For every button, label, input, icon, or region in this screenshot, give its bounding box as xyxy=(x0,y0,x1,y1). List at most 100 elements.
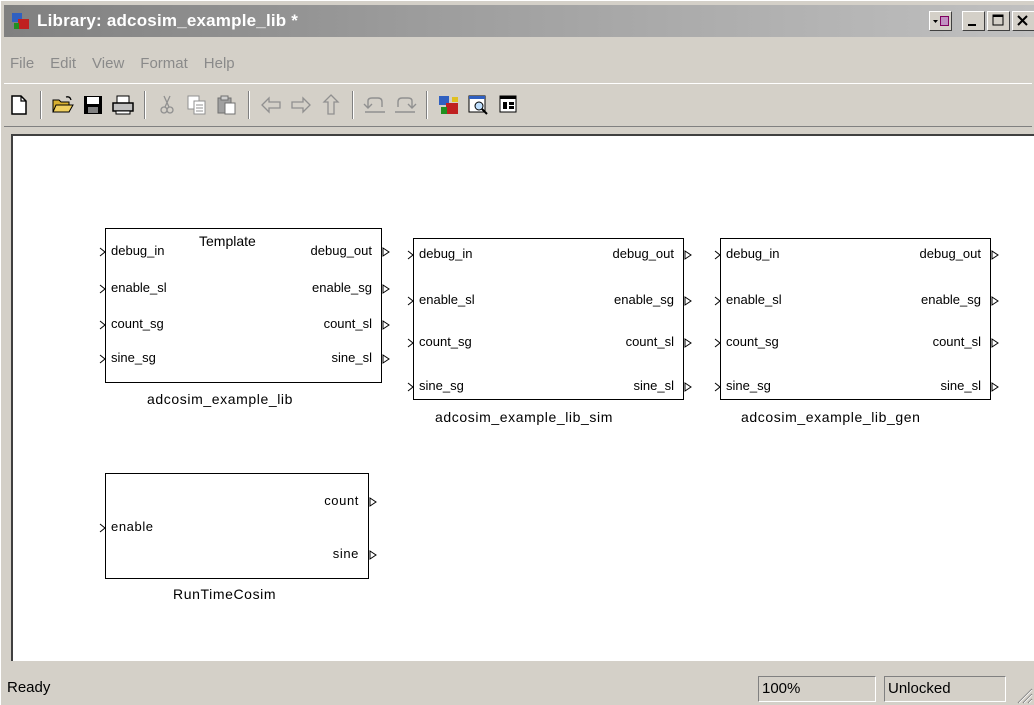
status-bar: Ready 100% Unlocked xyxy=(1,673,1034,705)
toolbar-separator xyxy=(426,91,428,119)
output-port-icon xyxy=(382,318,390,330)
debugger-icon[interactable] xyxy=(496,92,522,118)
output-port-label: sine xyxy=(332,546,359,561)
input-port-icon xyxy=(714,336,722,348)
output-port-icon xyxy=(991,294,999,306)
input-port-label: sine_sg xyxy=(111,350,156,365)
redo-icon[interactable] xyxy=(392,92,418,118)
output-port-icon xyxy=(382,352,390,364)
input-port-label: enable_sl xyxy=(726,292,782,307)
input-port-label: sine_sg xyxy=(726,378,771,393)
menu-view[interactable]: View xyxy=(84,55,132,72)
block-name-label: adcosim_example_lib_sim xyxy=(435,409,613,425)
simulink-library-icon xyxy=(11,11,31,31)
block-adcosim-example-lib-gen[interactable]: debug_in enable_sl count_sg sine_sg debu… xyxy=(714,238,999,400)
block-name-label: RunTimeCosim xyxy=(173,586,277,602)
input-port-label: debug_in xyxy=(111,243,165,258)
output-port-label: enable_sg xyxy=(312,280,372,295)
window-title: Library: adcosim_example_lib * xyxy=(37,11,299,30)
output-port-icon xyxy=(382,282,390,294)
input-port-label: count_sg xyxy=(419,334,472,349)
library-window: Library: adcosim_example_lib * File Edit… xyxy=(0,0,1034,705)
input-port-label: enable_sl xyxy=(111,280,167,295)
open-icon[interactable] xyxy=(50,92,76,118)
input-port-label: sine_sg xyxy=(419,378,464,393)
input-port-label: enable xyxy=(111,519,154,534)
output-port-icon xyxy=(991,336,999,348)
input-port-icon xyxy=(714,294,722,306)
up-icon[interactable] xyxy=(318,92,344,118)
output-port-icon xyxy=(684,336,692,348)
output-port-icon xyxy=(991,380,999,392)
paste-icon[interactable] xyxy=(214,92,240,118)
output-port-label: enable_sg xyxy=(614,292,674,307)
output-port-label: count_sl xyxy=(932,334,981,349)
output-port-icon xyxy=(684,248,692,260)
block-inner-title: Template xyxy=(199,233,256,249)
input-port-icon xyxy=(407,336,415,348)
library-menu-button[interactable] xyxy=(929,11,952,31)
input-port-icon xyxy=(407,294,415,306)
forward-icon[interactable] xyxy=(288,92,314,118)
menu-bar: File Edit View Format Help xyxy=(4,50,243,76)
title-bar[interactable]: Library: adcosim_example_lib * xyxy=(4,5,1034,37)
maximize-button[interactable] xyxy=(987,11,1010,31)
toolbar-separator xyxy=(248,91,250,119)
toolbar-separator xyxy=(40,91,42,119)
input-port-icon xyxy=(99,521,107,533)
output-port-label: count_sl xyxy=(625,334,674,349)
lock-status: Unlocked xyxy=(884,676,1006,702)
resize-grip-icon[interactable] xyxy=(1015,686,1033,704)
output-port-icon xyxy=(991,248,999,260)
block-runtimecosim[interactable]: enable count sine xyxy=(99,473,377,579)
block-adcosim-example-lib-sim[interactable]: debug_in enable_sl count_sg sine_sg debu… xyxy=(407,238,692,400)
output-port-label: count_sl xyxy=(323,316,372,331)
output-port-label: enable_sg xyxy=(921,292,981,307)
block-name-label: adcosim_example_lib_gen xyxy=(741,409,921,425)
menu-file[interactable]: File xyxy=(4,55,42,72)
output-port-label: debug_out xyxy=(919,246,981,261)
output-port-label: debug_out xyxy=(310,243,372,258)
menu-format[interactable]: Format xyxy=(132,55,196,72)
save-icon[interactable] xyxy=(80,92,106,118)
output-port-label: sine_sl xyxy=(331,350,372,365)
library-browser-icon[interactable] xyxy=(436,92,462,118)
input-port-icon xyxy=(99,352,107,364)
model-canvas[interactable]: Template debug_in enable_sl count_sg sin… xyxy=(11,134,1034,661)
new-icon[interactable] xyxy=(6,92,32,118)
close-button[interactable] xyxy=(1012,11,1034,31)
menu-help[interactable]: Help xyxy=(196,55,243,72)
input-port-icon xyxy=(99,318,107,330)
input-port-label: enable_sl xyxy=(419,292,475,307)
copy-icon[interactable] xyxy=(184,92,210,118)
input-port-label: debug_in xyxy=(419,246,473,261)
output-port-icon xyxy=(684,294,692,306)
model-explorer-icon[interactable] xyxy=(466,92,492,118)
input-port-icon xyxy=(99,245,107,257)
toolbar-separator xyxy=(144,91,146,119)
input-port-icon xyxy=(99,282,107,294)
input-port-icon xyxy=(407,248,415,260)
output-port-label: sine_sl xyxy=(633,378,674,393)
status-text: Ready xyxy=(7,679,51,696)
block-name-label: adcosim_example_lib xyxy=(147,391,294,407)
print-icon[interactable] xyxy=(110,92,136,118)
output-port-icon xyxy=(684,380,692,392)
input-port-icon xyxy=(714,248,722,260)
input-port-icon xyxy=(407,380,415,392)
output-port-label: count xyxy=(324,493,359,508)
output-port-icon xyxy=(369,495,377,507)
input-port-label: debug_in xyxy=(726,246,780,261)
output-port-icon xyxy=(369,548,377,560)
undo-icon[interactable] xyxy=(362,92,388,118)
input-port-icon xyxy=(714,380,722,392)
minimize-button[interactable] xyxy=(962,11,985,31)
back-icon[interactable] xyxy=(258,92,284,118)
menu-edit[interactable]: Edit xyxy=(42,55,84,72)
output-port-icon xyxy=(382,245,390,257)
block-adcosim-example-lib[interactable]: Template debug_in enable_sl count_sg sin… xyxy=(99,228,390,383)
cut-icon[interactable] xyxy=(154,92,180,118)
output-port-label: debug_out xyxy=(612,246,674,261)
input-port-label: count_sg xyxy=(111,316,164,331)
zoom-level: 100% xyxy=(758,676,876,702)
